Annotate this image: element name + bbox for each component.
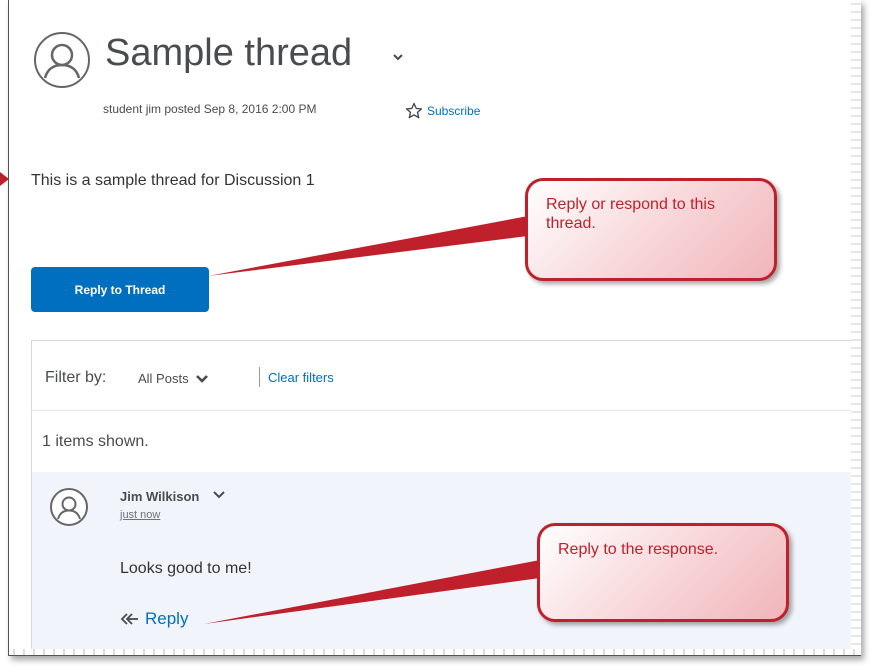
thread-body-text: This is a sample thread for Discussion 1 <box>31 172 315 189</box>
post-author-avatar <box>50 488 88 526</box>
post-body-text: Looks good to me! <box>120 560 252 577</box>
items-count-bar: 1 items shown. <box>31 410 861 474</box>
post-author-name: Jim Wilkison <box>120 489 200 504</box>
torn-edge-right <box>851 0 861 655</box>
items-count-text: 1 items shown. <box>42 433 149 450</box>
subscribe-label: Subscribe <box>427 104 481 118</box>
subscribe-link[interactable]: Subscribe <box>405 102 480 120</box>
chevron-down-icon <box>195 374 208 383</box>
clear-filters-link[interactable]: Clear filters <box>268 370 334 385</box>
filter-divider <box>259 367 260 387</box>
chevron-down-icon[interactable] <box>212 489 226 501</box>
post-timestamp: just now <box>120 509 161 521</box>
reply-all-icon <box>120 613 138 625</box>
person-icon <box>57 496 81 520</box>
filter-selected-value: All Posts <box>138 371 189 386</box>
callout-reply-thread: Reply or respond to this thread. <box>525 178 777 281</box>
person-icon <box>43 43 81 79</box>
thread-post-meta: student jim posted Sep 8, 2016 2:00 PM <box>103 102 317 116</box>
star-icon <box>405 102 423 119</box>
torn-edge-bottom <box>9 649 861 655</box>
post-reply-link[interactable]: Reply <box>120 609 188 629</box>
filter-bar: Filter by: All Posts Clear filters <box>31 340 861 411</box>
chevron-down-icon[interactable] <box>391 50 405 64</box>
callout-reply-response: Reply to the response. <box>537 523 789 622</box>
filter-label: Filter by: <box>45 369 107 386</box>
filter-dropdown[interactable]: All Posts <box>138 371 209 386</box>
thread-author-avatar <box>34 32 90 88</box>
reply-to-thread-button[interactable]: Reply to Thread <box>31 267 209 312</box>
thread-title: Sample thread <box>105 32 353 74</box>
post-reply-label: Reply <box>145 609 189 628</box>
